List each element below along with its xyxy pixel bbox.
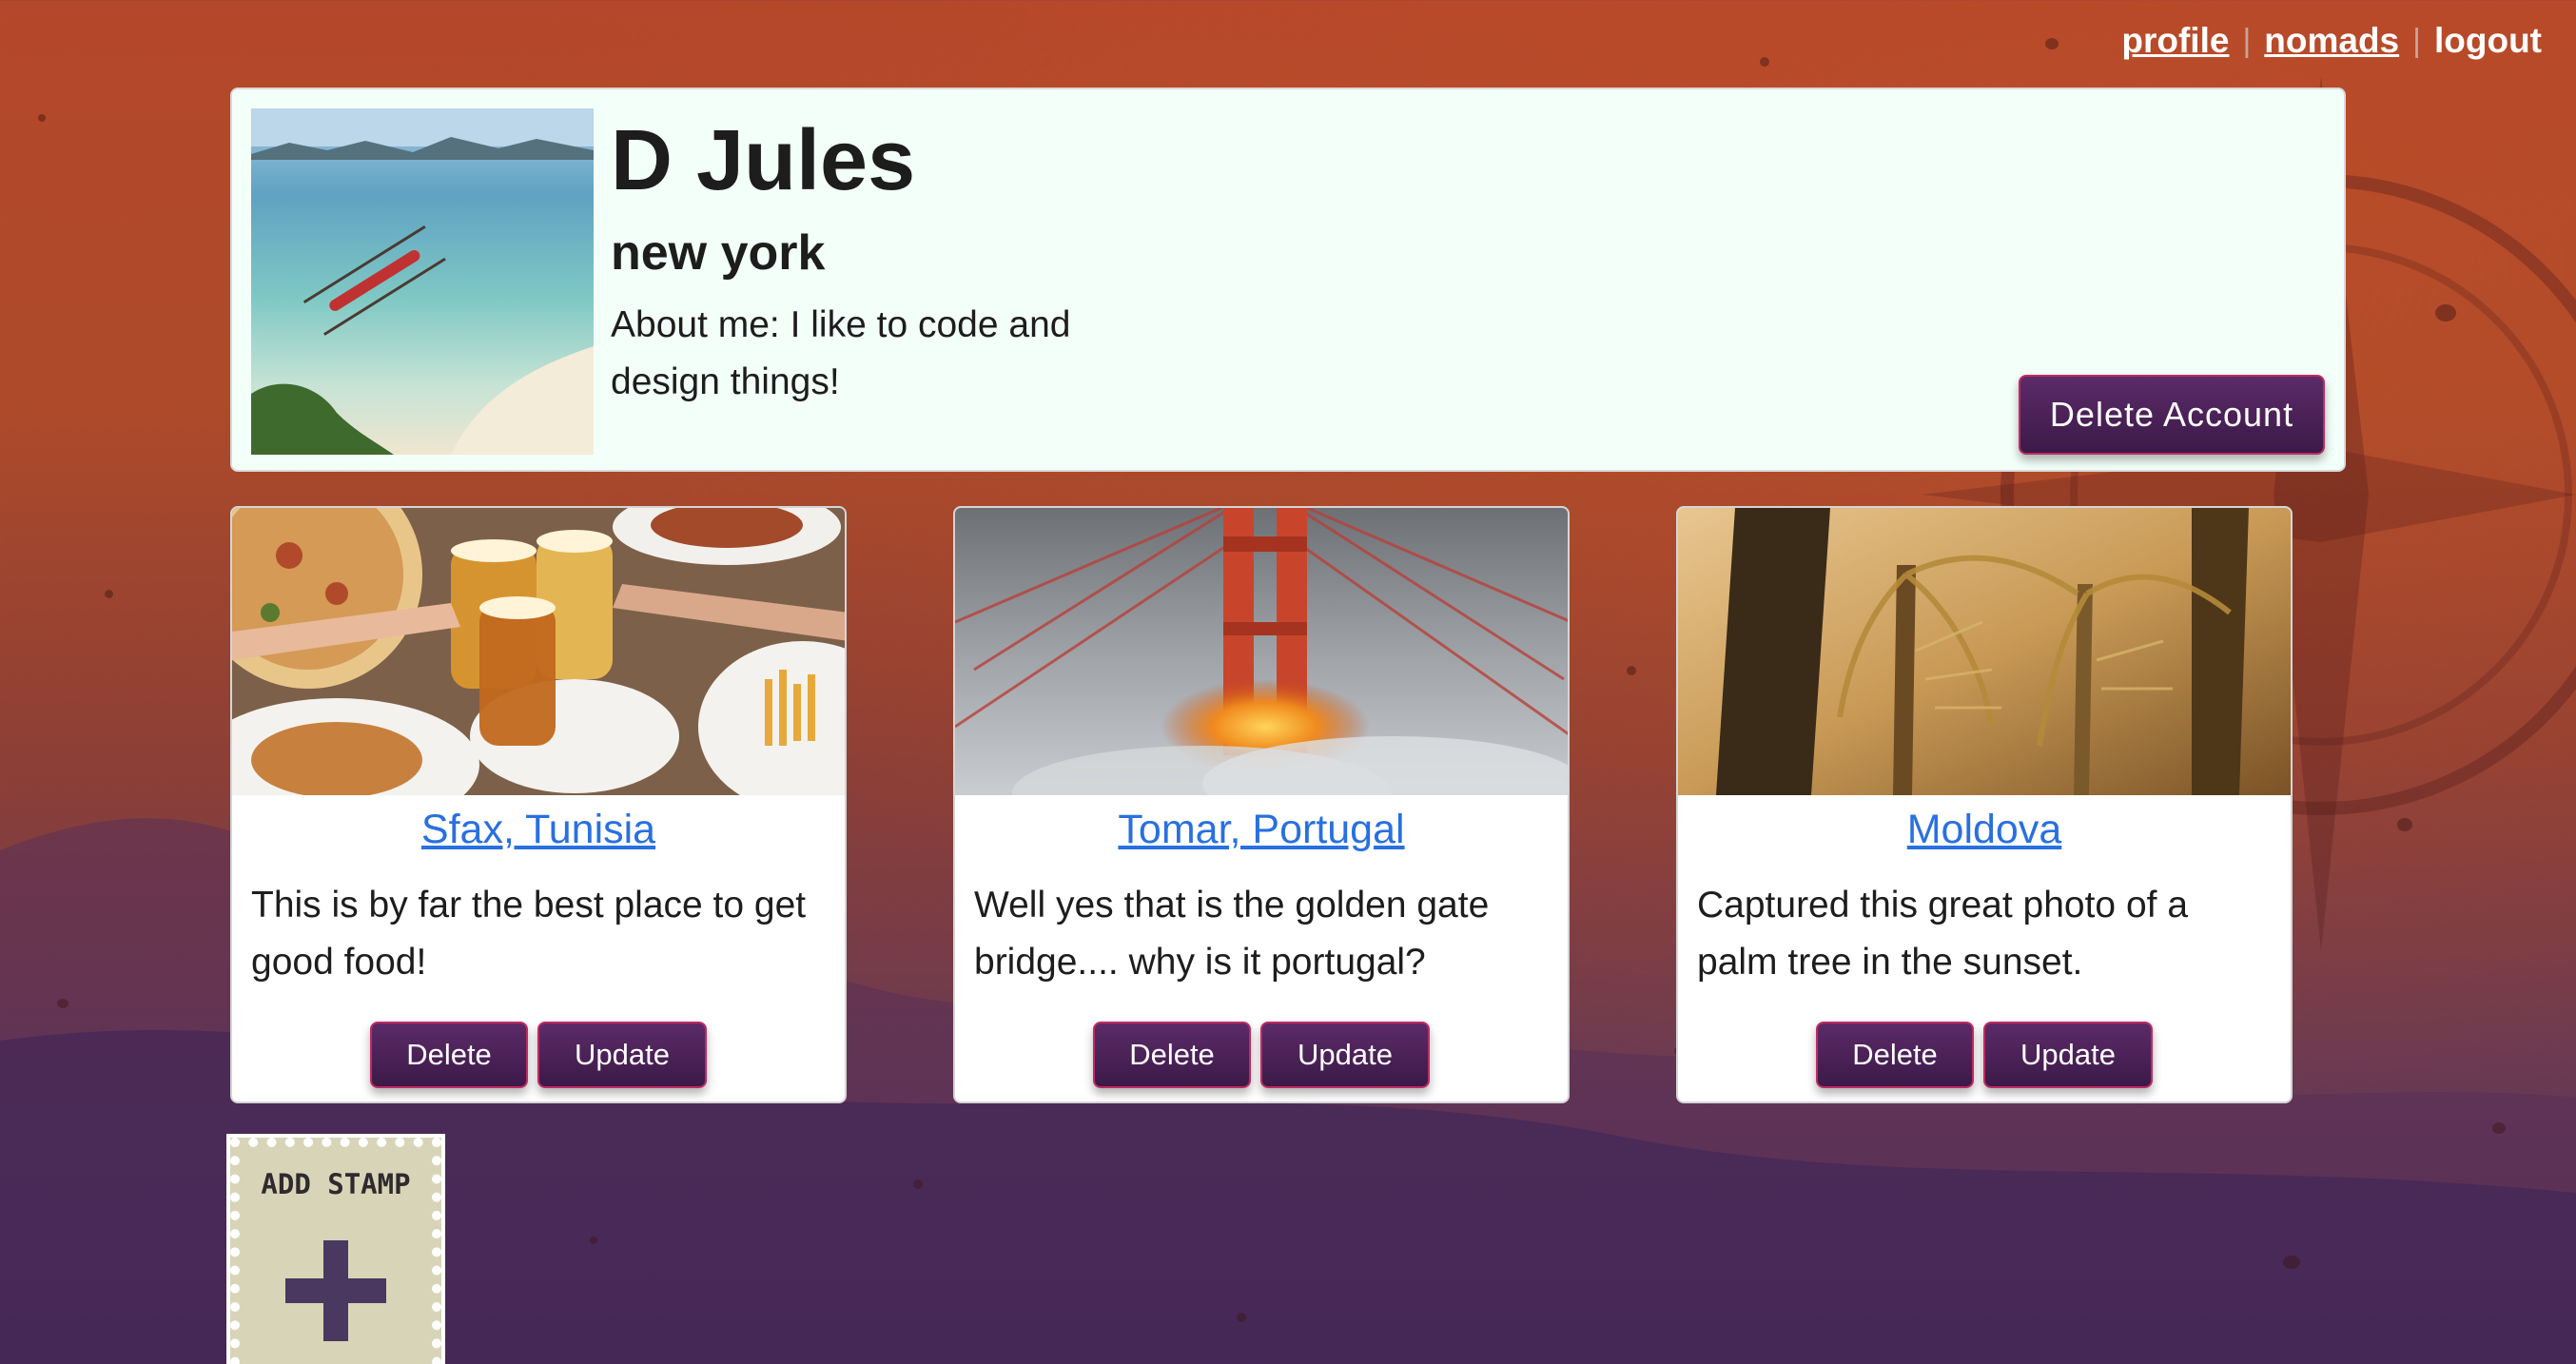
stamp-description: Captured this great photo of a palm tree… bbox=[1697, 885, 2189, 983]
stamp-card: Sfax, Tunisia This is by far the best pl… bbox=[230, 506, 847, 1103]
profile-name: D Jules bbox=[611, 113, 916, 208]
stamp-card: Moldova Captured this great photo of a p… bbox=[1676, 506, 2293, 1103]
top-nav: profile | nomads | logout bbox=[2121, 21, 2542, 61]
stamp-description: Well yes that is the golden gate bridge.… bbox=[974, 885, 1490, 983]
stamp-actions: Delete Update bbox=[1678, 1022, 2291, 1088]
stamp-card: Tomar, Portugal Well yes that is the gol… bbox=[953, 506, 1570, 1103]
nav-separator: | bbox=[2412, 22, 2421, 59]
nav-logout-link[interactable]: logout bbox=[2434, 21, 2542, 61]
stamp-title-link[interactable]: Sfax, Tunisia bbox=[232, 807, 845, 853]
update-stamp-button[interactable]: Update bbox=[1260, 1022, 1430, 1088]
stamp-photo bbox=[1678, 508, 2291, 795]
delete-stamp-button[interactable]: Delete bbox=[1093, 1022, 1251, 1088]
stamp-actions: Delete Update bbox=[955, 1022, 1568, 1088]
add-stamp-label: ADD STAMP bbox=[261, 1168, 411, 1200]
nav-nomads-link[interactable]: nomads bbox=[2264, 21, 2399, 61]
profile-card: D Jules new york About me: I like to cod… bbox=[230, 88, 2346, 472]
profile-about: About me: I like to code and design thin… bbox=[611, 304, 1071, 402]
stamp-photo bbox=[955, 508, 1568, 795]
profile-photo bbox=[251, 108, 594, 455]
update-stamp-button[interactable]: Update bbox=[1983, 1022, 2153, 1088]
stamp-title-link[interactable]: Tomar, Portugal bbox=[955, 807, 1568, 853]
delete-stamp-button[interactable]: Delete bbox=[1816, 1022, 1974, 1088]
delete-stamp-button[interactable]: Delete bbox=[370, 1022, 528, 1088]
update-stamp-button[interactable]: Update bbox=[537, 1022, 707, 1088]
nav-separator: | bbox=[2242, 22, 2252, 59]
stamp-description: This is by far the best place to get goo… bbox=[251, 885, 807, 983]
delete-account-button[interactable]: Delete Account bbox=[2019, 375, 2325, 455]
nav-profile-link[interactable]: profile bbox=[2121, 21, 2229, 61]
stamp-photo bbox=[232, 508, 845, 795]
stamp-title-link[interactable]: Moldova bbox=[1678, 807, 2291, 853]
profile-city: new york bbox=[611, 225, 826, 281]
add-stamp-button[interactable]: ADD STAMP bbox=[226, 1134, 445, 1364]
stamp-actions: Delete Update bbox=[232, 1022, 845, 1088]
